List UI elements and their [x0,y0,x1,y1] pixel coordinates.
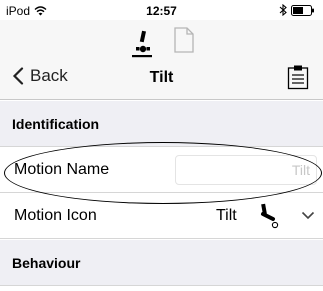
tilt-icon [261,203,279,229]
motion-name-row: Motion Name [0,148,323,193]
motion-icon-row[interactable]: Motion Icon Tilt [0,194,323,239]
document-tab-icon[interactable] [173,26,195,54]
bluetooth-icon [279,4,287,16]
battery-icon [291,4,314,16]
navigation-bar: Back Tilt [0,20,323,100]
section-header-behaviour: Behaviour [0,240,323,286]
page-title: Tilt [149,69,174,86]
motion-name-label: Motion Name [14,161,110,178]
motion-icon-label: Motion Icon [14,207,97,224]
motion-name-input[interactable] [175,155,317,185]
motion-icon-value: Tilt [216,207,237,224]
clipboard-icon[interactable] [287,64,309,90]
tab-icons [0,26,323,60]
status-bar: iPod 12:57 [0,0,323,20]
motion-tab-icon[interactable] [129,28,155,60]
section-header-identification: Identification [0,101,323,147]
status-time: 12:57 [146,4,177,18]
chevron-down-icon[interactable] [301,211,315,220]
